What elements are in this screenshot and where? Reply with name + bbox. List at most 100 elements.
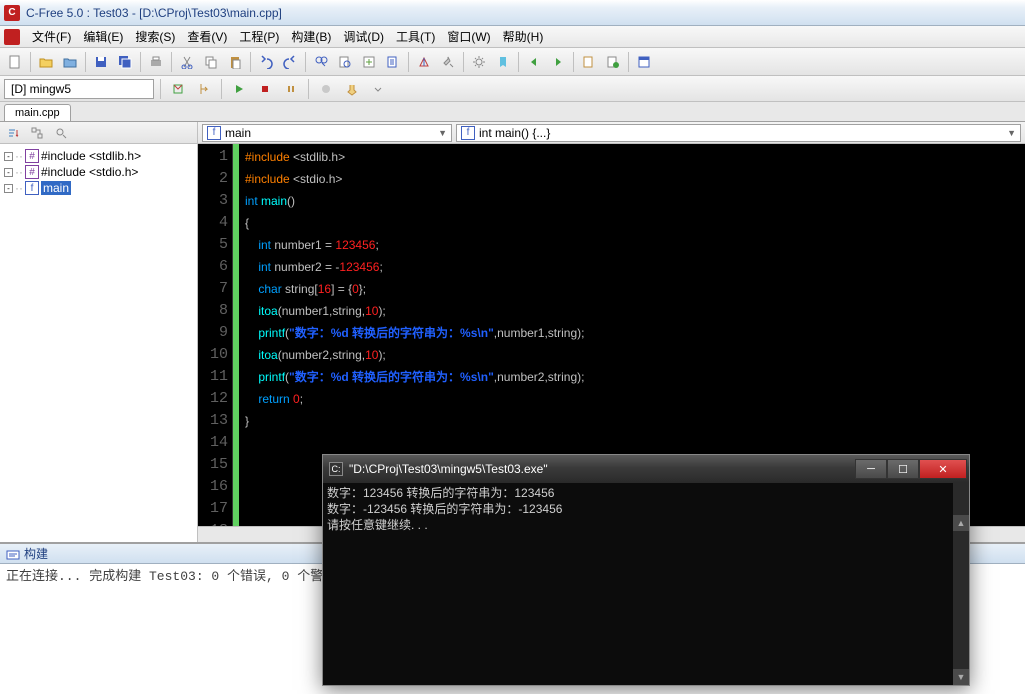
sidebar-toolbar — [0, 122, 197, 144]
menu-tools[interactable]: 工具(T) — [390, 26, 441, 47]
stop-button[interactable] — [254, 78, 276, 100]
scroll-up-icon[interactable]: ▲ — [953, 515, 969, 531]
separator — [408, 52, 409, 72]
console-title-text: "D:\CProj\Test03\mingw5\Test03.exe" — [349, 462, 548, 476]
scroll-down-icon[interactable]: ▼ — [953, 669, 969, 685]
menu-file[interactable]: 文件(F) — [26, 26, 77, 47]
sidebar-sort-button[interactable] — [2, 122, 24, 144]
redo-button[interactable] — [279, 51, 301, 73]
app-icon: C — [4, 5, 20, 21]
window-title: C-Free 5.0 : Test03 - [D:\CProj\Test03\m… — [26, 6, 282, 20]
build-icon — [6, 547, 20, 561]
console-titlebar[interactable]: C: "D:\CProj\Test03\mingw5\Test03.exe" ─… — [323, 455, 969, 483]
paste-button[interactable] — [224, 51, 246, 73]
console-icon: C: — [329, 462, 343, 476]
find-in-files-button[interactable] — [334, 51, 356, 73]
menu-help[interactable]: 帮助(H) — [497, 26, 550, 47]
back-button[interactable] — [523, 51, 545, 73]
separator — [463, 52, 464, 72]
include-icon: # — [25, 165, 39, 179]
maximize-button[interactable]: ☐ — [887, 459, 919, 479]
chevron-down-icon: ▼ — [438, 128, 447, 138]
menu-window[interactable]: 窗口(W) — [441, 26, 496, 47]
scope-value: main — [225, 126, 251, 140]
separator — [160, 79, 161, 99]
line-gutter: 123456789101112131415161718 — [198, 144, 233, 526]
main-toolbar — [0, 48, 1025, 76]
symbol-tree[interactable]: -··##include <stdlib.h>-··##include <std… — [0, 144, 197, 542]
tree-expander[interactable]: - — [4, 184, 13, 193]
goto-button[interactable] — [382, 51, 404, 73]
build-target-value: [D] mingw5 — [11, 82, 71, 96]
menu-search[interactable]: 搜索(S) — [129, 26, 181, 47]
menu-debug[interactable]: 调试(D) — [337, 26, 390, 47]
function-combo[interactable]: fint main() {...}▼ — [456, 124, 1021, 142]
open-button[interactable] — [35, 51, 57, 73]
separator — [221, 79, 222, 99]
app-icon-small — [4, 29, 20, 45]
editor-tabs: main.cpp — [0, 102, 1025, 122]
save-button[interactable] — [90, 51, 112, 73]
tab-main-cpp[interactable]: main.cpp — [4, 104, 71, 121]
pause-button[interactable] — [280, 78, 302, 100]
func-icon: f — [207, 126, 221, 140]
cut-button[interactable] — [176, 51, 198, 73]
window-button[interactable] — [633, 51, 655, 73]
separator — [250, 52, 251, 72]
separator — [85, 52, 86, 72]
func-icon: f — [461, 126, 475, 140]
separator — [171, 52, 172, 72]
sidebar: -··##include <stdlib.h>-··##include <std… — [0, 122, 198, 542]
replace-button[interactable] — [358, 51, 380, 73]
menu-project[interactable]: 工程(P) — [233, 26, 285, 47]
find-button[interactable] — [310, 51, 332, 73]
minimize-button[interactable]: ─ — [855, 459, 887, 479]
separator — [305, 52, 306, 72]
undo-button[interactable] — [255, 51, 277, 73]
menu-edit[interactable]: 编辑(E) — [77, 26, 129, 47]
menu-build[interactable]: 构建(B) — [285, 26, 337, 47]
target-toolbar: [D] mingw5 — [0, 76, 1025, 102]
doc2-button[interactable] — [602, 51, 624, 73]
tree-expander[interactable]: - — [4, 152, 13, 161]
build-target-combo[interactable]: [D] mingw5 — [4, 79, 154, 99]
separator — [30, 52, 31, 72]
tree-item[interactable]: -··##include <stdio.h> — [4, 164, 193, 180]
console-scrollbar[interactable]: ▲ ▼ — [953, 483, 969, 685]
tree-expander[interactable]: - — [4, 168, 13, 177]
tree-item[interactable]: -··##include <stdlib.h> — [4, 148, 193, 164]
sidebar-filter-button[interactable] — [50, 122, 72, 144]
separator — [518, 52, 519, 72]
bookmark-button[interactable] — [492, 51, 514, 73]
debug-drop-button[interactable] — [367, 78, 389, 100]
print-button[interactable] — [145, 51, 167, 73]
save-all-button[interactable] — [114, 51, 136, 73]
compile-button[interactable] — [167, 78, 189, 100]
sidebar-tree-button[interactable] — [26, 122, 48, 144]
tree-item[interactable]: -··fmain — [4, 180, 193, 196]
step-button[interactable] — [193, 78, 215, 100]
close-button[interactable]: ✕ — [919, 459, 967, 479]
breakpoint-button[interactable] — [315, 78, 337, 100]
forward-button[interactable] — [547, 51, 569, 73]
run-button[interactable] — [228, 78, 250, 100]
function-icon: f — [25, 181, 39, 195]
include-icon: # — [25, 149, 39, 163]
chevron-down-icon: ▼ — [1007, 128, 1016, 138]
separator — [308, 79, 309, 99]
menubar: 文件(F) 编辑(E) 搜索(S) 查看(V) 工程(P) 构建(B) 调试(D… — [0, 26, 1025, 48]
open-project-button[interactable] — [59, 51, 81, 73]
tools-button[interactable] — [437, 51, 459, 73]
debug-hand-button[interactable] — [341, 78, 363, 100]
gear-button[interactable] — [468, 51, 490, 73]
console-window[interactable]: C: "D:\CProj\Test03\mingw5\Test03.exe" ─… — [322, 454, 970, 686]
menu-view[interactable]: 查看(V) — [181, 26, 233, 47]
copy-button[interactable] — [200, 51, 222, 73]
new-button[interactable] — [4, 51, 26, 73]
console-output[interactable]: 数字：123456 转换后的字符串为：123456 数字：-123456 转换后… — [323, 483, 969, 685]
window-titlebar: C C-Free 5.0 : Test03 - [D:\CProj\Test03… — [0, 0, 1025, 26]
doc1-button[interactable] — [578, 51, 600, 73]
tree-label: main — [41, 181, 71, 195]
build-button[interactable] — [413, 51, 435, 73]
scope-combo[interactable]: fmain ▼ — [202, 124, 452, 142]
